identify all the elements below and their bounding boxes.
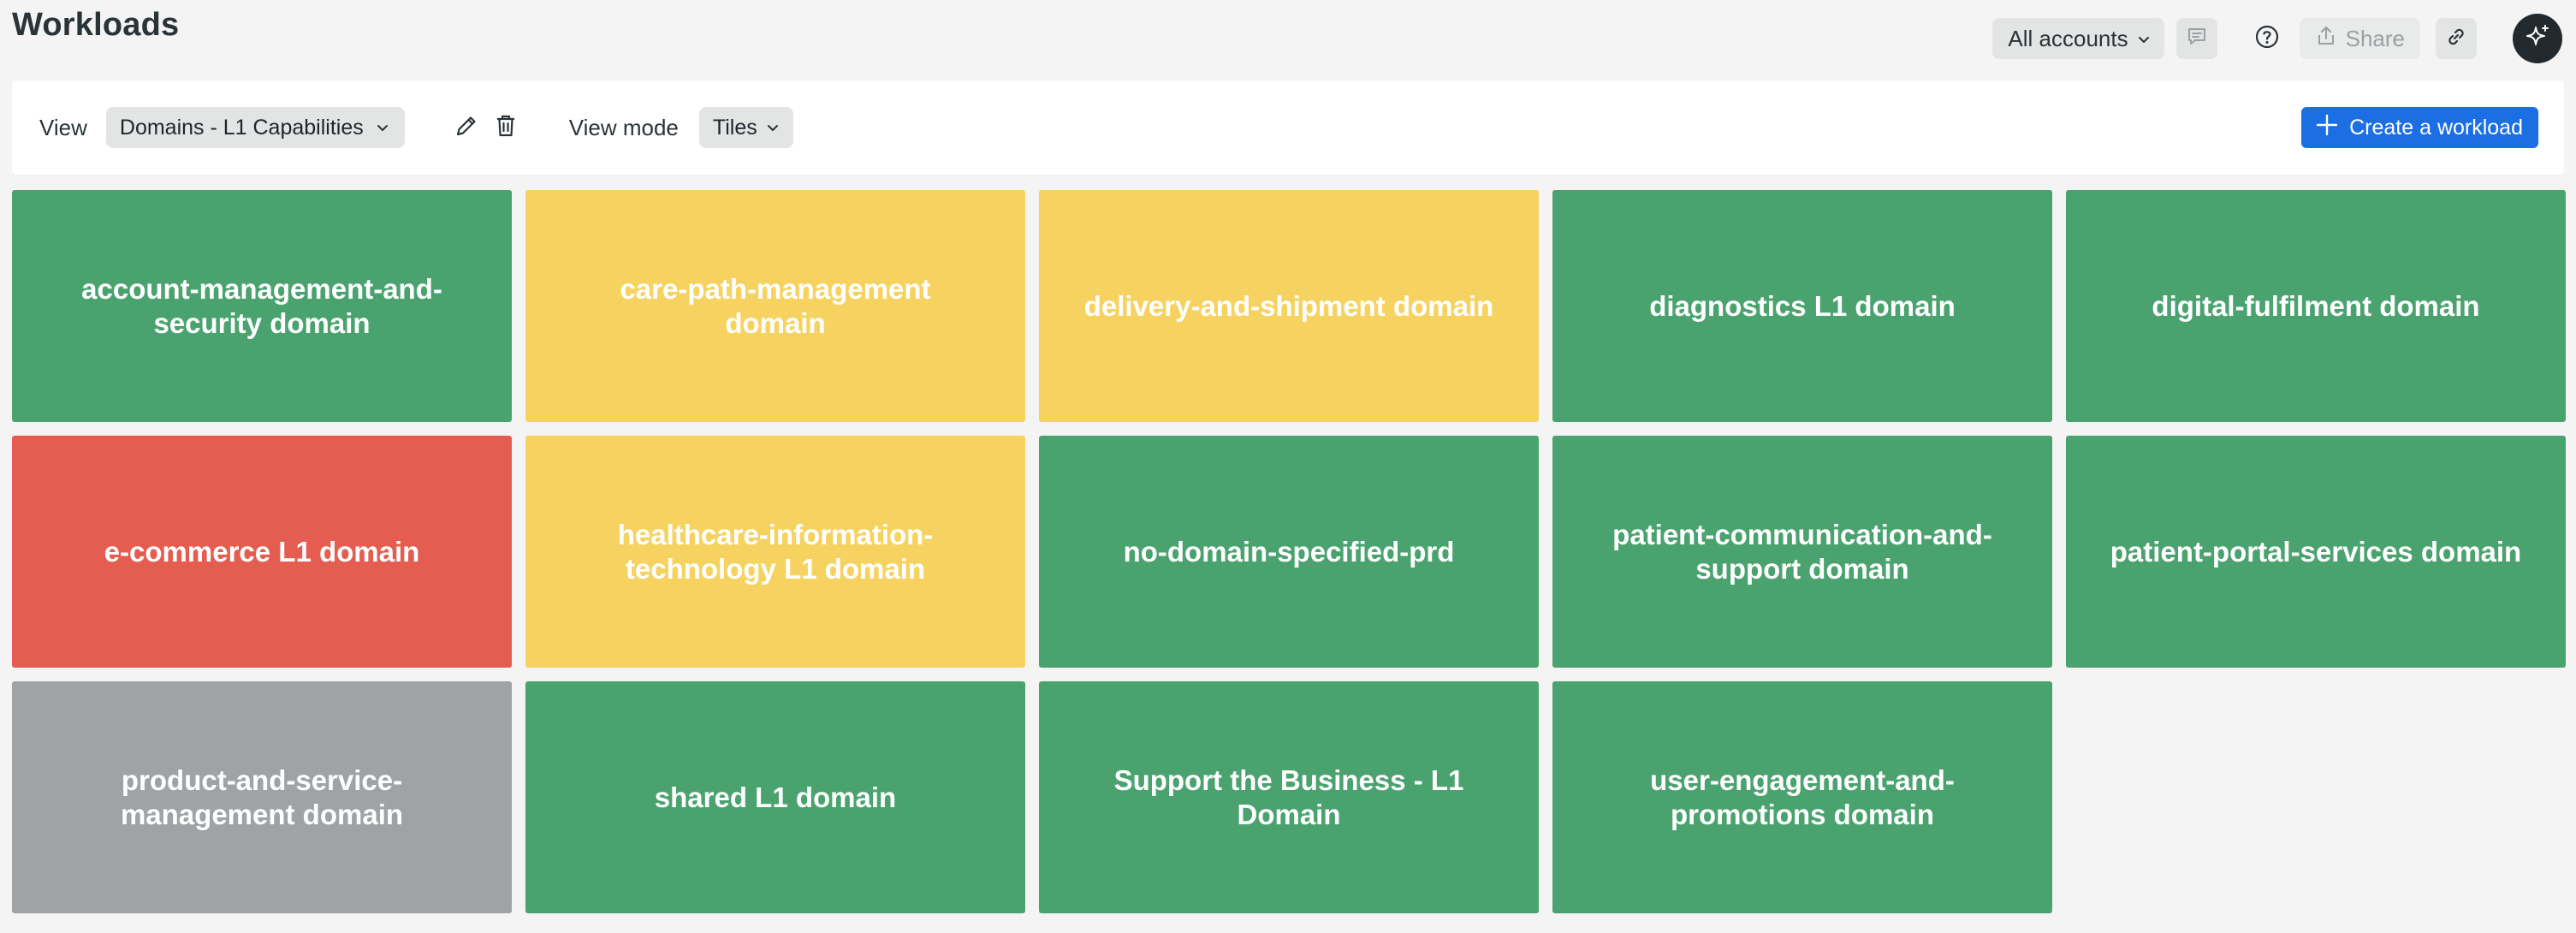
workload-tiles-grid: account-management-and-security domain c…	[12, 190, 2566, 913]
view-toolbar: View Domains - L1 Capabilities View mode…	[12, 80, 2564, 175]
view-mode-select[interactable]: Tiles	[698, 107, 793, 148]
trash-icon	[493, 112, 519, 144]
tile-label: patient-communication-and-support domain	[1612, 518, 1992, 585]
accounts-dropdown[interactable]: All accounts	[1992, 18, 2164, 59]
tile-label: Support the Business - L1 Domain	[1113, 764, 1464, 830]
page-title: Workloads	[12, 7, 180, 43]
workload-tile[interactable]: no-domain-specified-prd	[1039, 436, 1539, 668]
help-icon	[2253, 23, 2281, 55]
workload-tile[interactable]: shared L1 domain	[525, 681, 1025, 913]
tile-label: account-management-and-security domain	[81, 272, 442, 339]
workload-tile[interactable]: account-management-and-security domain	[12, 190, 512, 422]
tile-label: care-path-management domain	[620, 272, 931, 339]
chevron-down-icon	[2137, 26, 2151, 52]
sparkle-icon	[2523, 22, 2552, 56]
tile-label: diagnostics L1 domain	[1649, 289, 1956, 322]
share-icon	[2315, 25, 2337, 53]
tile-label: shared L1 domain	[654, 781, 897, 813]
view-label: View	[39, 114, 87, 140]
workload-tile[interactable]: patient-communication-and-support domain	[1552, 436, 2052, 668]
workload-tile[interactable]: e-commerce L1 domain	[12, 436, 512, 668]
view-select[interactable]: Domains - L1 Capabilities	[105, 107, 405, 148]
tile-label: no-domain-specified-prd	[1123, 535, 1455, 568]
chevron-down-icon	[766, 116, 780, 140]
plus-icon	[2315, 113, 2339, 143]
pencil-icon	[453, 112, 480, 144]
workload-tile[interactable]: diagnostics L1 domain	[1552, 190, 2052, 422]
create-workload-button[interactable]: Create a workload	[2301, 107, 2538, 148]
share-button[interactable]: Share	[2299, 18, 2420, 59]
tile-label: healthcare-information-technology L1 dom…	[617, 518, 934, 585]
workload-tile[interactable]: patient-portal-services domain	[2066, 436, 2566, 668]
workload-tile[interactable]: care-path-management domain	[525, 190, 1025, 422]
tile-label: digital-fulfilment domain	[2152, 289, 2480, 322]
view-mode-label: View mode	[568, 114, 679, 140]
view-mode-value: Tiles	[712, 115, 757, 140]
tile-label: product-and-service-management domain	[120, 764, 404, 830]
ai-assistant-button[interactable]	[2513, 14, 2562, 63]
comment-icon	[2185, 25, 2209, 53]
copy-link-button[interactable]	[2436, 18, 2477, 59]
chevron-down-icon	[376, 116, 389, 140]
tile-label: delivery-and-shipment domain	[1083, 289, 1494, 322]
workload-tile[interactable]: Support the Business - L1 Domain	[1039, 681, 1539, 913]
accounts-label: All accounts	[2008, 25, 2128, 51]
help-button[interactable]	[2247, 18, 2288, 59]
workload-tile[interactable]: product-and-service-management domain	[12, 681, 512, 913]
header-actions: All accounts Share	[1992, 14, 2562, 63]
tile-label: e-commerce L1 domain	[104, 535, 420, 568]
comment-button[interactable]	[2175, 18, 2217, 59]
edit-view-button[interactable]	[449, 110, 484, 145]
workload-tile[interactable]: delivery-and-shipment domain	[1039, 190, 1539, 422]
workload-tile[interactable]: healthcare-information-technology L1 dom…	[525, 436, 1025, 668]
view-select-value: Domains - L1 Capabilities	[119, 115, 364, 140]
share-label: Share	[2345, 25, 2405, 51]
link-icon	[2444, 25, 2468, 53]
create-workload-label: Create a workload	[2349, 115, 2523, 140]
workload-tile[interactable]: digital-fulfilment domain	[2066, 190, 2566, 422]
delete-view-button[interactable]	[489, 110, 523, 145]
workload-tile[interactable]: user-engagement-and-promotions domain	[1552, 681, 2052, 913]
tile-label: user-engagement-and-promotions domain	[1650, 764, 1955, 830]
tile-label: patient-portal-services domain	[2110, 535, 2522, 568]
